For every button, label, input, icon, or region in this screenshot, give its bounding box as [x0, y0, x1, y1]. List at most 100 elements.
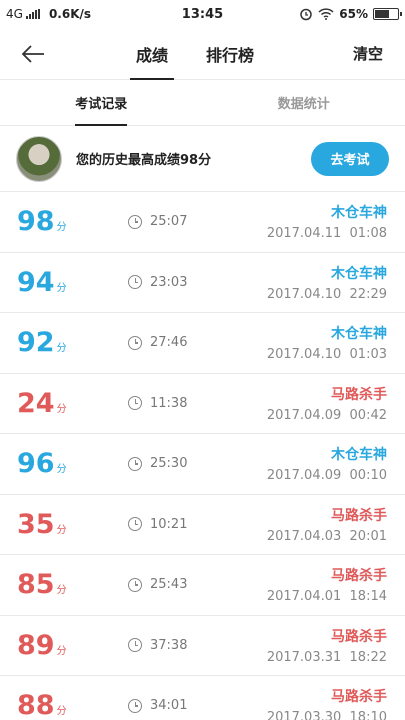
score-unit: 分	[56, 706, 67, 718]
record-info: 马路杀手 2017.04.01 18:14	[267, 565, 387, 604]
record-row[interactable]: 96 分 25:30 木仓车神 2017.04.09 00:10	[0, 434, 405, 495]
record-title: 马路杀手	[331, 689, 387, 706]
record-duration: 25:43	[128, 577, 258, 592]
duration-value: 23:03	[150, 274, 188, 290]
record-row[interactable]: 88 分 34:01 马路杀手 2017.03.30 18:10	[0, 676, 405, 720]
record-info: 马路杀手 2017.03.30 18:10	[267, 686, 387, 720]
record-info: 马路杀手 2017.03.31 18:22	[267, 626, 387, 665]
record-date: 2017.03.30 18:10	[266, 710, 387, 720]
back-button[interactable]	[10, 28, 56, 80]
record-title: 马路杀手	[331, 568, 387, 585]
score-value: 85	[17, 569, 55, 601]
duration-value: 11:38	[150, 395, 188, 411]
record-row[interactable]: 35 分 10:21 马路杀手 2017.04.03 20:01	[0, 495, 405, 555]
record-duration: 23:03	[128, 275, 258, 290]
record-row[interactable]: 98 分 25:07 木仓车神 2017.04.11 01:08	[0, 192, 405, 253]
score-unit: 分	[56, 343, 67, 355]
record-title: 马路杀手	[331, 386, 387, 403]
records-list: 98 分 25:07 木仓车神 2017.04.11 01:08 94 分 23:03 木仓车神…	[0, 192, 405, 720]
record-info: 木仓车神 2017.04.11 01:08	[267, 202, 387, 241]
clock-icon	[128, 517, 142, 532]
nav-tabs: 成绩 排行榜	[130, 28, 260, 80]
record-date: 2017.03.31 18:22	[266, 649, 387, 665]
status-time: 13:45	[181, 6, 224, 22]
status-bar: 4G 0.6K/s 13:45 65%	[0, 0, 405, 28]
battery-fill	[375, 10, 390, 18]
record-title: 木仓车神	[331, 205, 387, 222]
clock-icon	[128, 396, 142, 411]
score-unit: 分	[56, 464, 67, 476]
duration-value: 25:07	[150, 214, 188, 230]
start-exam-button[interactable]: 去考试	[311, 141, 389, 176]
score-value: 94	[17, 266, 55, 298]
subtab-statistics[interactable]: 数据统计	[203, 80, 405, 125]
record-duration: 25:07	[128, 214, 258, 229]
score-unit: 分	[56, 282, 67, 294]
sub-tabs: 考试记录 数据统计	[0, 80, 405, 126]
tab-ranking[interactable]: 排行榜	[200, 28, 260, 80]
record-date: 2017.04.10 01:03	[266, 347, 387, 363]
record-score: 88 分	[0, 690, 118, 720]
record-row[interactable]: 85 分 25:43 马路杀手 2017.04.01 18:14	[0, 555, 405, 616]
clear-button[interactable]: 清空	[353, 43, 383, 64]
record-info: 马路杀手 2017.04.09 00:42	[267, 384, 387, 423]
record-date: 2017.04.11 01:08	[266, 226, 387, 242]
record-duration: 34:01	[128, 698, 258, 713]
best-score-summary: 您的历史最高成绩98分 去考试	[0, 126, 405, 192]
record-title: 马路杀手	[331, 628, 387, 645]
record-title: 木仓车神	[331, 265, 387, 282]
duration-value: 10:21	[150, 516, 188, 532]
battery-icon	[373, 8, 402, 20]
record-info: 木仓车神 2017.04.09 00:10	[267, 444, 387, 483]
record-row[interactable]: 94 分 23:03 木仓车神 2017.04.10 22:29	[0, 253, 405, 313]
arrow-left-icon	[21, 44, 44, 63]
record-row[interactable]: 92 分 27:46 木仓车神 2017.04.10 01:03	[0, 313, 405, 374]
nav-bar: 成绩 排行榜 清空	[0, 28, 405, 80]
record-date: 2017.04.10 22:29	[266, 286, 387, 302]
record-score: 96 分	[0, 448, 118, 479]
record-date: 2017.04.03 20:01	[266, 528, 387, 544]
score-value: 88	[17, 690, 55, 720]
record-title: 木仓车神	[331, 326, 387, 343]
duration-value: 25:30	[150, 456, 188, 472]
score-unit: 分	[56, 645, 67, 657]
record-score: 92 分	[0, 327, 118, 358]
score-value: 96	[17, 448, 55, 480]
duration-value: 37:38	[150, 637, 188, 653]
record-info: 马路杀手 2017.04.03 20:01	[267, 505, 387, 544]
duration-value: 27:46	[150, 335, 188, 351]
record-score: 85 分	[0, 569, 118, 600]
record-score: 94 分	[0, 267, 118, 298]
clock-icon	[128, 638, 142, 653]
record-date: 2017.04.01 18:14	[266, 589, 387, 605]
score-unit: 分	[56, 403, 67, 415]
record-title: 木仓车神	[331, 447, 387, 464]
score-unit: 分	[56, 222, 67, 234]
record-row[interactable]: 89 分 37:38 马路杀手 2017.03.31 18:22	[0, 616, 405, 676]
clock-icon	[128, 577, 142, 592]
record-duration: 25:30	[128, 456, 258, 471]
record-info: 木仓车神 2017.04.10 01:03	[267, 323, 387, 362]
record-score: 89 分	[0, 630, 118, 661]
subtab-exam-records[interactable]: 考试记录	[0, 80, 203, 126]
record-duration: 11:38	[128, 396, 258, 411]
duration-value: 25:43	[150, 577, 188, 593]
tab-scores[interactable]: 成绩	[130, 28, 175, 80]
record-duration: 37:38	[128, 638, 258, 653]
clock-icon	[128, 214, 142, 229]
score-unit: 分	[56, 585, 67, 597]
score-value: 24	[17, 387, 55, 419]
record-title: 马路杀手	[331, 507, 387, 524]
clock-icon	[128, 335, 142, 350]
record-duration: 10:21	[128, 517, 258, 532]
record-duration: 27:46	[128, 335, 258, 350]
avatar[interactable]	[16, 135, 62, 182]
score-unit: 分	[56, 524, 67, 536]
clock-icon	[128, 275, 142, 290]
score-value: 98	[17, 206, 55, 238]
best-score-text: 您的历史最高成绩98分	[76, 153, 212, 168]
record-score: 98 分	[0, 206, 118, 237]
clock-icon	[128, 698, 142, 713]
duration-value: 34:01	[150, 698, 188, 714]
record-row[interactable]: 24 分 11:38 马路杀手 2017.04.09 00:42	[0, 374, 405, 434]
